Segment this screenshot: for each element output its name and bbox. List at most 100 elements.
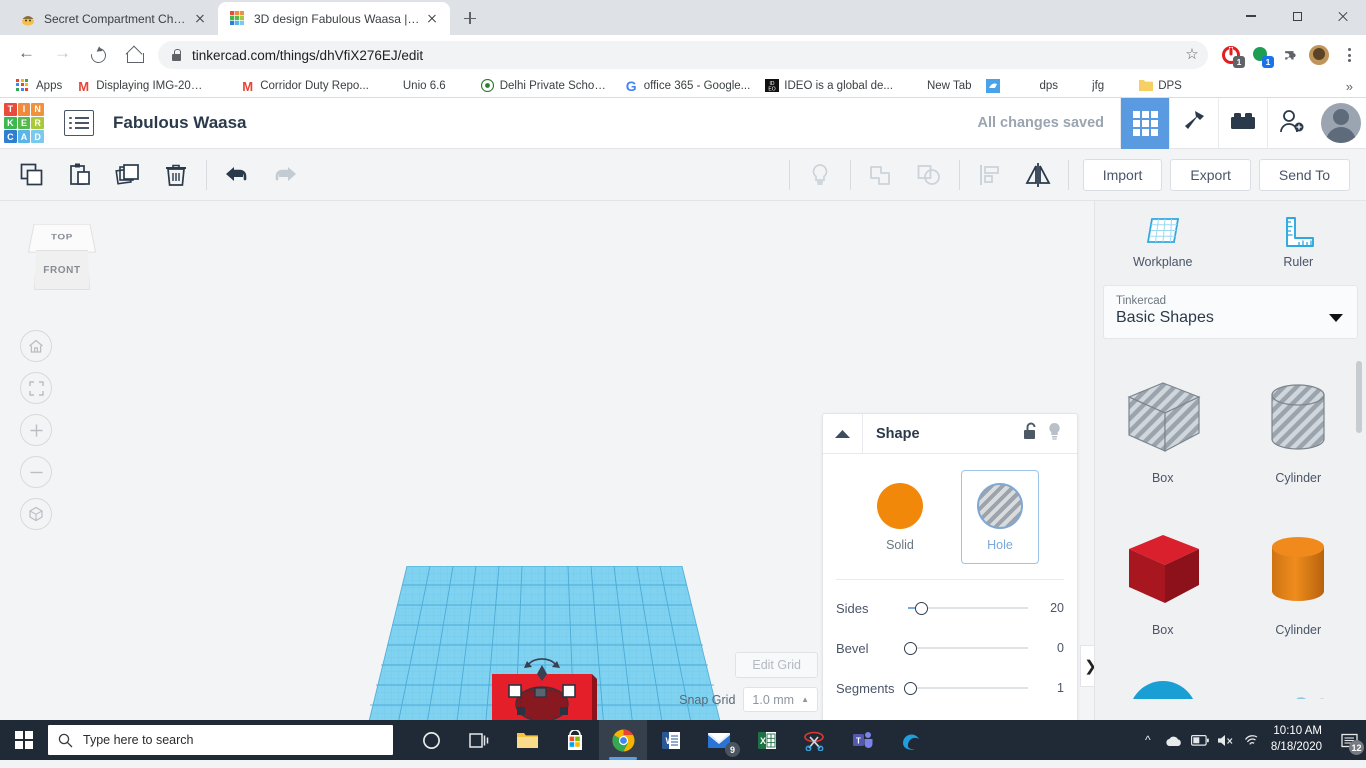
bookmark-item[interactable]: Delhi Private Schoo...	[453, 76, 617, 96]
bookmark-item[interactable]: dps	[1013, 76, 1066, 96]
shape-library-select[interactable]: Tinkercad Basic Shapes	[1103, 285, 1358, 339]
fit-view-button[interactable]	[20, 372, 52, 404]
unlock-icon[interactable]	[1022, 421, 1040, 446]
chat-extension-icon[interactable]: 1	[1251, 46, 1274, 68]
align-button[interactable]	[966, 153, 1014, 197]
chevron-up-icon[interactable]	[823, 413, 863, 454]
teams-icon[interactable]: T	[839, 720, 887, 760]
shape-item[interactable]: Cylinder	[1231, 357, 1366, 509]
mail-icon[interactable]: 9	[695, 720, 743, 760]
cortana-icon[interactable]	[407, 720, 455, 760]
segments-slider[interactable]	[904, 681, 1028, 695]
clock[interactable]: 10:10 AM 8/18/2020	[1265, 724, 1332, 755]
tab-3d-design[interactable]	[1120, 97, 1169, 149]
close-icon[interactable]	[192, 11, 208, 27]
user-avatar[interactable]	[1321, 103, 1361, 143]
send-to-button[interactable]: Send To	[1258, 158, 1350, 191]
home-view-button[interactable]	[20, 330, 52, 362]
address-bar[interactable]: tinkercad.com/things/dhVfiX276EJ/edit ☆	[158, 41, 1208, 69]
bookmark-item[interactable]: DPS	[1111, 76, 1189, 96]
tool-ruler[interactable]: Ruler	[1231, 201, 1366, 277]
mode-hole[interactable]: Hole	[961, 470, 1039, 564]
back-button[interactable]	[11, 40, 41, 70]
view-cube-front[interactable]: FRONT	[34, 250, 90, 290]
show-hidden-icons-button[interactable]: ^	[1135, 720, 1161, 760]
3d-viewport[interactable]: TOP FRONT Shape Solid Hole Sides 20 Beve…	[0, 201, 1094, 720]
lightbulb-icon[interactable]	[1046, 421, 1063, 446]
forward-button[interactable]	[47, 40, 77, 70]
zoom-in-button[interactable]	[20, 414, 52, 446]
snap-grid-select[interactable]: 1.0 mm ▲	[743, 687, 818, 712]
paste-button[interactable]	[56, 153, 104, 197]
view-cube[interactable]: TOP FRONT	[22, 219, 104, 297]
zoom-out-button[interactable]	[20, 456, 52, 488]
import-button[interactable]: Import	[1082, 158, 1163, 191]
bookmark-item[interactable]: M Displaying IMG-201...	[69, 76, 213, 96]
microsoft-store-icon[interactable]	[551, 720, 599, 760]
adblock-extension-icon[interactable]: 1	[1222, 46, 1245, 68]
google-chrome-icon[interactable]	[599, 720, 647, 760]
start-button[interactable]	[0, 720, 48, 760]
snipping-tool-icon[interactable]	[791, 720, 839, 760]
chevron-right-icon[interactable]: ❯	[1080, 645, 1094, 687]
tab-codeblocks[interactable]	[1169, 97, 1218, 149]
bookmark-item[interactable]: Unio 6.6	[376, 76, 453, 96]
bookmark-item[interactable]: M Corridor Duty Repo...	[213, 76, 376, 96]
ortho-view-button[interactable]	[20, 498, 52, 530]
copy-button[interactable]	[8, 153, 56, 197]
close-button[interactable]	[1320, 0, 1366, 32]
red-box-object[interactable]	[487, 652, 617, 720]
undo-button[interactable]	[213, 153, 261, 197]
browser-tab-1[interactable]: Secret Compartment Challenge -	[8, 2, 218, 35]
tool-workplane[interactable]: Workplane	[1095, 201, 1231, 277]
shape-item[interactable]	[1231, 661, 1366, 699]
mirror-button[interactable]	[1014, 153, 1062, 197]
duplicate-button[interactable]	[104, 153, 152, 197]
puzzle-extension-icon[interactable]	[1280, 46, 1298, 64]
mode-solid[interactable]: Solid	[861, 470, 939, 564]
shape-list[interactable]: Box Cylinder Box Cylinder	[1095, 349, 1366, 699]
new-tab-button[interactable]	[456, 4, 484, 32]
delete-button[interactable]	[152, 153, 200, 197]
invite-people-button[interactable]	[1267, 97, 1316, 149]
shape-item[interactable]	[1095, 661, 1231, 699]
bookmark-item[interactable]: G office 365 - Google...	[617, 76, 758, 96]
bevel-slider[interactable]	[904, 641, 1028, 655]
sides-slider[interactable]	[908, 601, 1028, 615]
task-view-icon[interactable]	[455, 720, 503, 760]
battery-icon[interactable]	[1187, 720, 1213, 760]
bookmark-star-icon[interactable]: ☆	[1184, 47, 1200, 63]
bookmark-item[interactable]: jfg	[1065, 76, 1111, 96]
maximize-button[interactable]	[1274, 0, 1320, 32]
shape-item[interactable]: Box	[1095, 357, 1231, 509]
bookmarks-overflow-button[interactable]: »	[1346, 79, 1357, 94]
lightbulb-button[interactable]	[796, 153, 844, 197]
bookmark-apps[interactable]: Apps	[9, 76, 69, 96]
bookmark-item[interactable]	[979, 76, 1013, 96]
file-explorer-icon[interactable]	[503, 720, 551, 760]
excel-icon[interactable]: X	[743, 720, 791, 760]
volume-muted-icon[interactable]	[1213, 720, 1239, 760]
sidebar-scrollbar[interactable]	[1356, 361, 1362, 433]
tinkercad-logo[interactable]: T I N K E R C A D	[2, 101, 46, 145]
reload-button[interactable]	[83, 40, 113, 70]
group-button[interactable]	[857, 153, 905, 197]
browser-tab-2[interactable]: 3D design Fabulous Waasa | Tink	[218, 2, 450, 35]
ungroup-button[interactable]	[905, 153, 953, 197]
minimize-button[interactable]	[1228, 0, 1274, 32]
notification-center-button[interactable]: 12	[1332, 720, 1366, 760]
close-icon[interactable]	[424, 11, 440, 27]
bookmark-item[interactable]: New Tab	[900, 76, 979, 96]
shape-item[interactable]: Box	[1095, 509, 1231, 661]
search-input[interactable]: Type here to search	[48, 725, 393, 755]
chrome-menu-button[interactable]	[1340, 46, 1358, 64]
redo-button[interactable]	[261, 153, 309, 197]
tab-blocks[interactable]	[1218, 97, 1267, 149]
edit-grid-button[interactable]: Edit Grid	[735, 652, 818, 678]
home-button[interactable]	[119, 40, 149, 70]
bookmark-item[interactable]: ID EO IDEO is a global de...	[757, 76, 900, 96]
export-button[interactable]: Export	[1170, 158, 1251, 191]
view-cube-top[interactable]: TOP	[27, 224, 97, 253]
edge-icon[interactable]	[887, 720, 935, 760]
wifi-icon[interactable]	[1239, 720, 1265, 760]
